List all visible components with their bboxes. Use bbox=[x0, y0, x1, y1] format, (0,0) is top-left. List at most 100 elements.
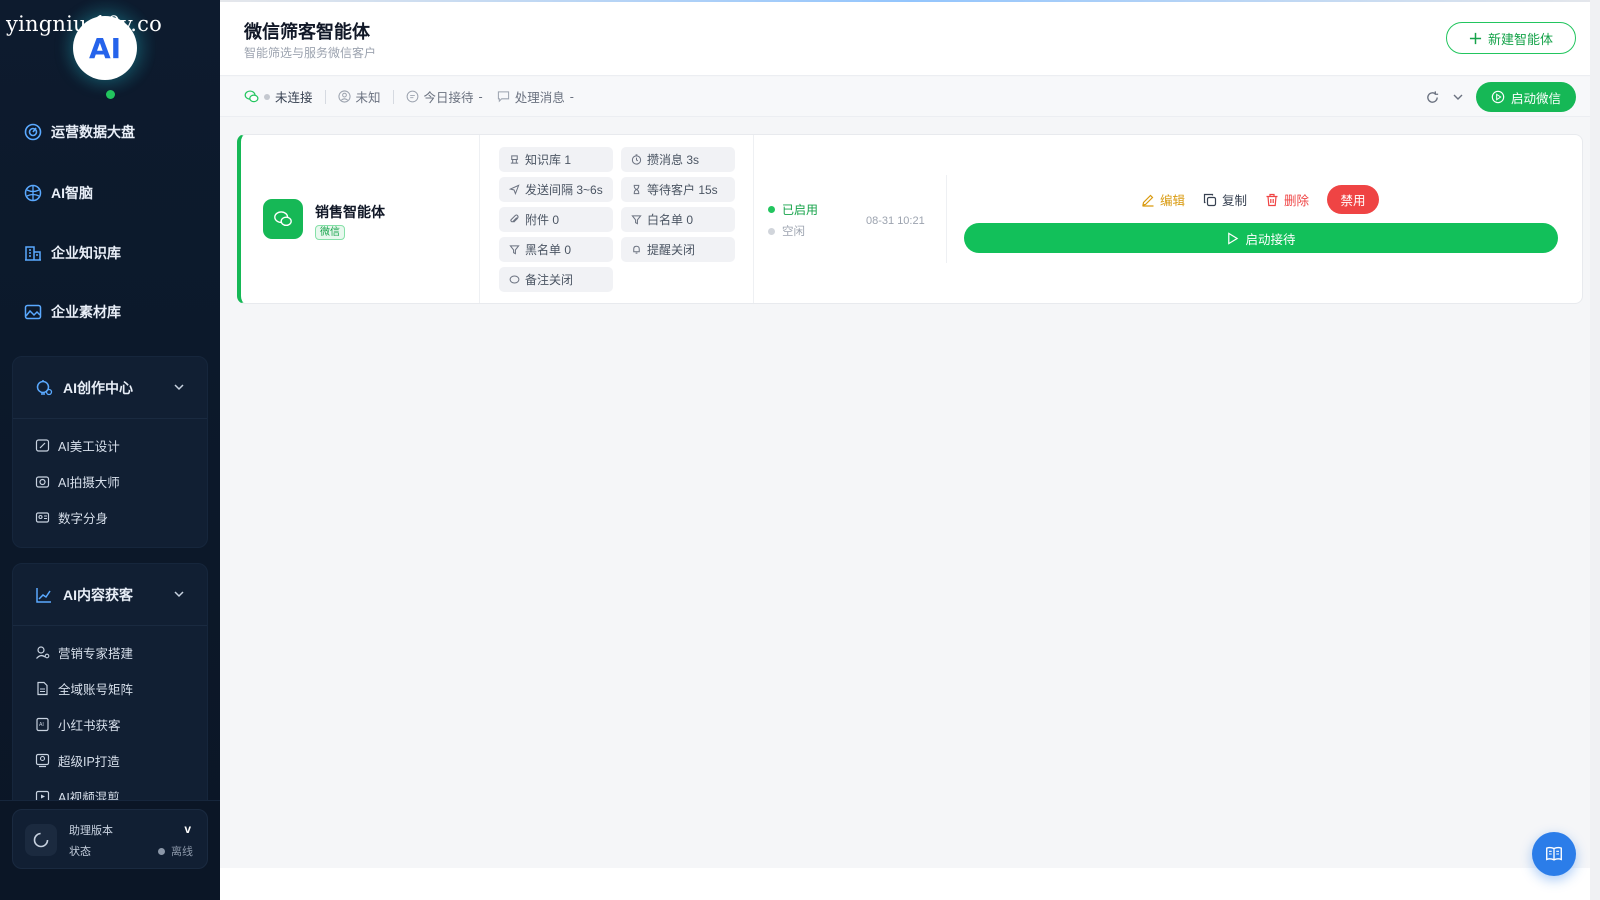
start-reception-button[interactable]: 启动接待 bbox=[964, 223, 1558, 253]
loading-icon bbox=[25, 824, 57, 856]
sidebar-item-ai-design[interactable]: AI美工设计 bbox=[13, 427, 207, 463]
copy-label: 复制 bbox=[1222, 194, 1248, 208]
chart-line-icon bbox=[36, 587, 51, 603]
copy-button[interactable]: 复制 bbox=[1203, 190, 1247, 209]
agent-actions: 编辑 复制 删除 禁用 bbox=[1141, 185, 1380, 214]
chip-whitelist: 白名单 0 bbox=[621, 207, 735, 232]
status-idle: 空闲 bbox=[768, 223, 805, 239]
chip-send-interval: 发送间隔 3~6s bbox=[499, 177, 613, 202]
page-subtitle: 智能筛选与服务微信客户 bbox=[244, 46, 377, 60]
group-toggle-ai-creative[interactable]: AI创作中心 bbox=[13, 357, 207, 419]
chip-label: 白名单 0 bbox=[647, 213, 694, 227]
delete-label: 删除 bbox=[1284, 194, 1310, 208]
plus-icon bbox=[1469, 32, 1482, 44]
agent-name: 销售智能体 bbox=[315, 204, 385, 220]
play-circle-icon bbox=[1491, 90, 1505, 104]
chip-label: 提醒关闭 bbox=[647, 243, 696, 257]
today-reception-label: 今日接待 bbox=[423, 91, 474, 105]
status-label: 状态 bbox=[69, 846, 91, 858]
book-icon bbox=[1546, 846, 1562, 861]
user-label: 未知 bbox=[355, 91, 381, 105]
start-wechat-button[interactable]: 启动微信 bbox=[1476, 82, 1576, 112]
dashboard-icon bbox=[24, 123, 42, 141]
chip-label: 攒消息 3s bbox=[647, 153, 700, 167]
sidebar-item-ai-brain[interactable]: AI智脑 bbox=[24, 183, 93, 203]
sub-item-label: AI拍摄大师 bbox=[58, 475, 120, 490]
chip-label: 等待客户 15s bbox=[647, 183, 718, 197]
chip-knowledge: 知识库 1 bbox=[499, 147, 613, 172]
status-enabled-label: 已启用 bbox=[782, 203, 819, 217]
status-enabled: 已启用 bbox=[768, 201, 818, 218]
online-indicator bbox=[106, 90, 115, 99]
copy-icon bbox=[1203, 193, 1217, 206]
user-gear-icon bbox=[36, 645, 50, 659]
version-value: v bbox=[184, 822, 191, 836]
edit-label: 编辑 bbox=[1160, 194, 1186, 208]
sidebar-item-knowledge-base[interactable]: 企业知识库 bbox=[24, 243, 121, 263]
nav-group-ai-content: AI内容获客 营销专家搭建 全域账号矩阵 AI 小红书获客 超级IP打造 AI视… bbox=[12, 563, 208, 823]
scrollbar[interactable] bbox=[1590, 0, 1600, 900]
agent-card: 销售智能体 微信 知识库 1 攒消息 3s 发送间隔 3~6s 等待客户 15s… bbox=[237, 134, 1583, 304]
group-toggle-ai-content[interactable]: AI内容获客 bbox=[13, 564, 207, 626]
send-icon bbox=[509, 184, 520, 195]
trash-icon bbox=[1266, 193, 1278, 206]
sidebar-item-label: 运营数据大盘 bbox=[51, 124, 135, 140]
top-progress-line bbox=[220, 0, 1600, 2]
sidebar-item-dashboard[interactable]: 运营数据大盘 bbox=[24, 122, 135, 142]
version-title: 助理版本 bbox=[69, 825, 113, 837]
sidebar-item-asset-library[interactable]: 企业素材库 bbox=[24, 302, 121, 322]
sidebar-item-label: 企业素材库 bbox=[51, 304, 121, 320]
sidebar-item-account-matrix[interactable]: 全域账号矩阵 bbox=[13, 670, 207, 706]
sub-item-label: AI美工设计 bbox=[58, 439, 120, 454]
status-bar: 未连接 未知 今日接待 - 处理消息 - 启动微信 bbox=[220, 77, 1600, 117]
sidebar-item-xiaohongshu[interactable]: AI 小红书获客 bbox=[13, 706, 207, 742]
chevron-down-icon bbox=[174, 384, 184, 391]
refresh-icon[interactable] bbox=[1425, 90, 1440, 105]
new-agent-button[interactable]: 新建智能体 bbox=[1446, 22, 1576, 54]
column-divider bbox=[753, 135, 754, 303]
sidebar-item-ai-camera[interactable]: AI拍摄大师 bbox=[13, 463, 207, 499]
chip-reminder: 提醒关闭 bbox=[621, 237, 735, 262]
sidebar-item-digital-avatar[interactable]: 数字分身 bbox=[13, 499, 207, 535]
connection-dot bbox=[264, 93, 270, 100]
status-actions: 启动微信 bbox=[1425, 82, 1576, 112]
column-divider bbox=[946, 175, 947, 263]
brain-icon bbox=[24, 184, 42, 202]
main-content: 微信筛客智能体 智能筛选与服务微信客户 新建智能体 未连接 未知 今日接待 - … bbox=[220, 0, 1600, 900]
start-wechat-label: 启动微信 bbox=[1510, 91, 1561, 106]
sidebar-item-super-ip[interactable]: 超级IP打造 bbox=[13, 742, 207, 778]
edit-button[interactable]: 编辑 bbox=[1141, 190, 1185, 209]
chip-label: 备注关闭 bbox=[525, 273, 574, 287]
sidebar-item-label: 企业知识库 bbox=[51, 245, 121, 261]
svg-text:AI: AI bbox=[39, 722, 44, 728]
updated-time: 08-31 10:21 bbox=[866, 215, 925, 227]
group-label: AI内容获客 bbox=[63, 586, 133, 603]
sidebar: AI yingniu.10v.co 运营数据大盘 AI智脑 企业知识库 企业素材… bbox=[0, 0, 220, 900]
sidebar-item-label: AI智脑 bbox=[51, 185, 93, 201]
page-header: 微信筛客智能体 智能筛选与服务微信客户 新建智能体 bbox=[220, 0, 1600, 76]
divider bbox=[392, 89, 394, 104]
ai-doc-icon: AI bbox=[36, 717, 49, 731]
wechat-icon bbox=[244, 90, 259, 103]
timer-icon bbox=[631, 154, 642, 165]
avatar-card-icon bbox=[35, 511, 50, 523]
chip-label: 黑名单 0 bbox=[525, 243, 572, 257]
nav-group-ai-creative: AI创作中心 AI美工设计 AI拍摄大师 数字分身 bbox=[12, 356, 208, 548]
group-label: AI创作中心 bbox=[63, 379, 133, 396]
assistant-version-card[interactable]: 助理版本 v 状态 离线 bbox=[12, 809, 208, 869]
image-icon bbox=[24, 304, 42, 320]
page-title: 微信筛客智能体 bbox=[244, 22, 370, 42]
comment-icon bbox=[509, 275, 520, 284]
sidebar-item-marketing-expert[interactable]: 营销专家搭建 bbox=[13, 634, 207, 670]
enabled-dot bbox=[768, 206, 775, 213]
chip-label: 发送间隔 3~6s bbox=[525, 183, 603, 197]
delete-button[interactable]: 删除 bbox=[1265, 190, 1309, 209]
chevron-down-icon[interactable] bbox=[1452, 91, 1464, 103]
disable-button[interactable]: 禁用 bbox=[1327, 185, 1380, 214]
design-icon bbox=[35, 438, 50, 452]
chip-blacklist: 黑名单 0 bbox=[499, 237, 613, 262]
status-idle-label: 空闲 bbox=[782, 226, 805, 238]
watermark: yingniu.10v.co bbox=[6, 12, 162, 36]
start-reception-label: 启动接待 bbox=[1245, 232, 1296, 247]
help-docs-button[interactable] bbox=[1532, 832, 1576, 876]
